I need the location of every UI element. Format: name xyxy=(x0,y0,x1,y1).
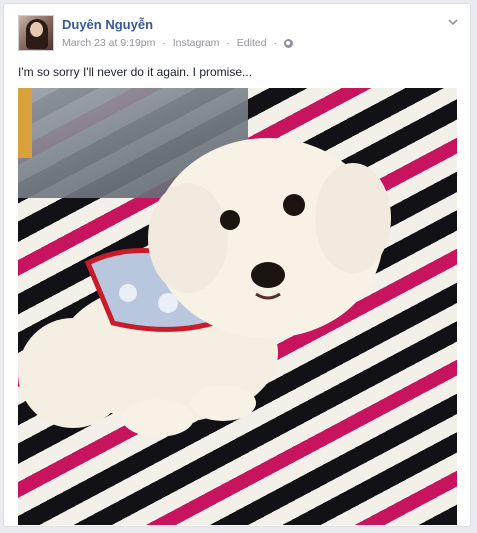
post-message: I'm so sorry I'll never do it again. I p… xyxy=(18,65,252,79)
post-meta: March 23 at 9:19pm · Instagram · Edited … xyxy=(62,37,293,49)
author-name-link[interactable]: Duyên Nguyễn xyxy=(62,17,153,32)
chevron-down-icon[interactable] xyxy=(448,17,458,27)
separator-dot: · xyxy=(226,37,230,50)
post-source-link[interactable]: Instagram xyxy=(173,37,220,49)
post-photo[interactable] xyxy=(18,88,457,525)
dog-illustration xyxy=(18,138,391,437)
edited-link[interactable]: Edited xyxy=(237,37,267,49)
author-avatar[interactable] xyxy=(18,15,54,51)
globe-icon[interactable] xyxy=(283,38,293,48)
post-card: Duyên Nguyễn March 23 at 9:19pm · Instag… xyxy=(3,3,471,527)
separator-dot: · xyxy=(162,37,166,50)
separator-dot: · xyxy=(273,37,277,50)
post-timestamp[interactable]: March 23 at 9:19pm xyxy=(62,37,155,49)
